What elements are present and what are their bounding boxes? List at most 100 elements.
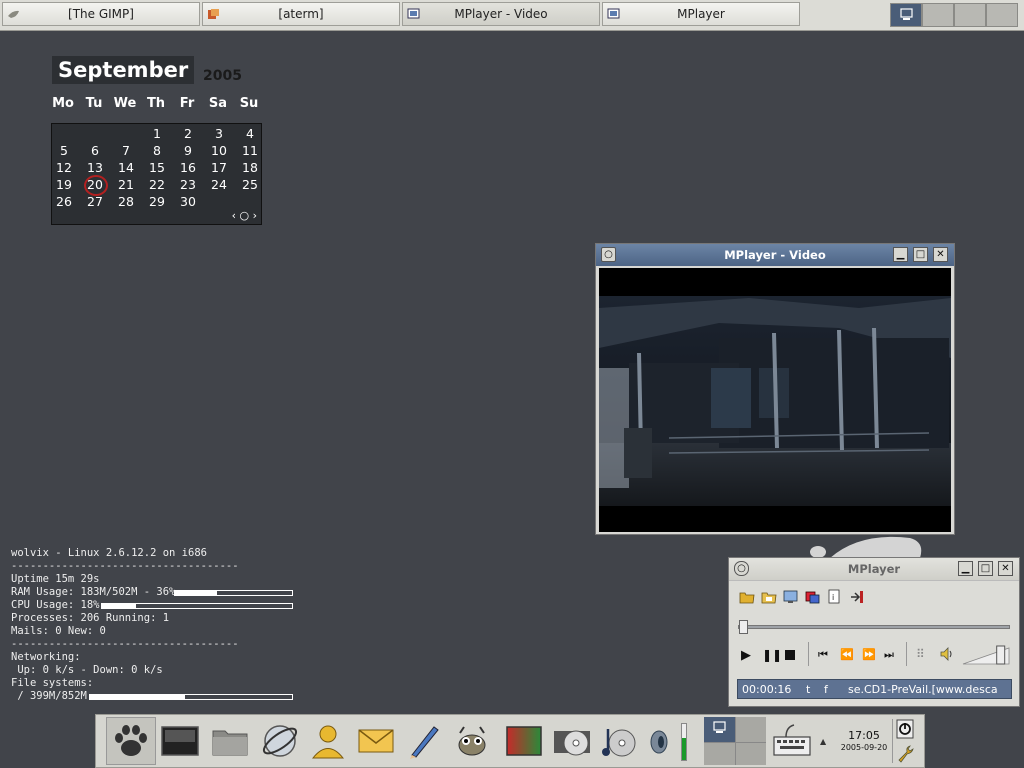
maximize-button[interactable]: □ xyxy=(978,561,993,576)
pager-desktop-1[interactable] xyxy=(704,717,735,742)
calendar-day[interactable]: 18 xyxy=(236,160,264,176)
task-mplayer[interactable]: MPlayer xyxy=(602,2,800,26)
rewind-button[interactable]: ⏪ xyxy=(840,648,854,661)
calendar-day[interactable]: 17 xyxy=(205,160,233,176)
titlebar[interactable]: ○ MPlayer - Video ▁ □ ✕ xyxy=(596,244,954,266)
calendar-day[interactable]: 30 xyxy=(174,194,202,210)
titlebar[interactable]: ○ MPlayer ▁ □ ✕ xyxy=(729,558,1019,581)
calendar-day[interactable]: 16 xyxy=(174,160,202,176)
open-folder-icon xyxy=(761,592,777,604)
task-aterm[interactable]: [aterm] xyxy=(202,2,400,26)
mail-icon[interactable] xyxy=(356,721,396,761)
pager-desktop-3[interactable] xyxy=(704,743,735,765)
calendar-day[interactable]: 3 xyxy=(205,126,233,142)
next-button[interactable]: ⏭ xyxy=(884,648,894,662)
keyboard-icon[interactable] xyxy=(772,721,812,761)
main-menu-button[interactable] xyxy=(106,717,156,765)
calendar-day[interactable]: 9 xyxy=(174,143,202,159)
mplayer-video-window: ○ MPlayer - Video ▁ □ ✕ xyxy=(595,243,955,535)
desktop-pager-4[interactable] xyxy=(986,3,1018,27)
settings-wrench-icon[interactable] xyxy=(896,743,914,763)
maximize-button[interactable]: □ xyxy=(913,247,928,262)
video-area[interactable] xyxy=(599,268,951,532)
speaker-icon[interactable] xyxy=(939,646,955,662)
exit-icon xyxy=(851,591,863,603)
calendar-day[interactable]: 24 xyxy=(205,177,233,193)
calendar-day[interactable]: 29 xyxy=(143,194,171,210)
volume-slider[interactable] xyxy=(961,644,1011,666)
playlist-icon xyxy=(783,590,798,603)
cpu-bar-fill xyxy=(102,604,137,608)
close-button[interactable]: ✕ xyxy=(933,247,948,262)
previous-button[interactable]: ⏮ xyxy=(818,648,828,662)
calendar-day[interactable]: 19 xyxy=(50,177,78,193)
calendar-day[interactable]: 11 xyxy=(236,143,264,159)
calendar-day[interactable]: 14 xyxy=(112,160,140,176)
calendar-day-today[interactable]: 20 xyxy=(81,177,109,193)
desktop-pager-1[interactable] xyxy=(890,3,922,27)
calendar-day[interactable]: 10 xyxy=(205,143,233,159)
play-button[interactable]: ▶ xyxy=(741,648,751,663)
info-icon: i xyxy=(828,589,840,604)
calendar-day[interactable]: 1 xyxy=(143,126,171,142)
minimize-button[interactable]: ▁ xyxy=(893,247,908,262)
fs-bar xyxy=(89,694,293,700)
calendar-day[interactable]: 2 xyxy=(174,126,202,142)
terminal-icon[interactable] xyxy=(160,721,200,761)
text-editor-icon[interactable] xyxy=(404,721,444,761)
task-label: MPlayer xyxy=(677,7,725,21)
calendar-day[interactable]: 8 xyxy=(143,143,171,159)
calendar-day[interactable]: 12 xyxy=(50,160,78,176)
pause-button[interactable]: ❚❚ xyxy=(762,648,782,662)
web-browser-icon[interactable] xyxy=(260,721,300,761)
calendar-day[interactable]: 25 xyxy=(236,177,264,193)
calendar-day[interactable]: 15 xyxy=(143,160,171,176)
minimize-button[interactable]: ▁ xyxy=(958,561,973,576)
taskbar: [The GIMP] [aterm] MPlayer - Video MPlay… xyxy=(0,0,1024,31)
status-display: 00:00:16 t f se.CD1-PreVail.[www.desca xyxy=(737,679,1012,699)
gimp-icon[interactable] xyxy=(452,721,492,761)
power-icon[interactable] xyxy=(896,719,914,739)
desktop-pager-2[interactable] xyxy=(922,3,954,27)
calendar-day[interactable]: 27 xyxy=(81,194,109,210)
fullscreen-grip-icon[interactable]: ⠿ xyxy=(916,647,925,661)
task-gimp[interactable]: [The GIMP] xyxy=(2,2,200,26)
task-mplayer-video[interactable]: MPlayer - Video xyxy=(402,2,600,26)
weekday-header: Sa xyxy=(208,96,228,111)
calendar-day[interactable]: 26 xyxy=(50,194,78,210)
calendar-nav[interactable]: ‹ ○ › xyxy=(232,209,257,222)
gimp-icon xyxy=(8,10,19,18)
ram-bar-fill xyxy=(175,591,218,595)
weekday-header: We xyxy=(113,96,137,111)
close-button[interactable]: ✕ xyxy=(998,561,1013,576)
calendar-day[interactable]: 6 xyxy=(81,143,109,159)
seek-slider-knob[interactable] xyxy=(739,620,748,634)
calendar-year: 2005 xyxy=(203,68,242,84)
file-manager-icon[interactable] xyxy=(210,721,250,761)
calendar-day[interactable]: 5 xyxy=(50,143,78,159)
clock-time[interactable]: 17:05 xyxy=(834,729,894,742)
fs-bar-fill xyxy=(90,695,185,699)
forward-button[interactable]: ⏩ xyxy=(862,648,876,661)
conky-filesystems: File systems: xyxy=(11,677,94,689)
music-player-icon[interactable] xyxy=(598,721,638,761)
media-player-icon[interactable] xyxy=(552,721,592,761)
calendar-day[interactable]: 22 xyxy=(143,177,171,193)
pager-desktop-4[interactable] xyxy=(735,743,766,765)
volume-control-icon[interactable] xyxy=(648,729,670,755)
calendar-day[interactable]: 4 xyxy=(236,126,264,142)
monitor-icon xyxy=(713,721,726,733)
task-label: MPlayer - Video xyxy=(454,7,548,21)
calendar-day[interactable]: 7 xyxy=(112,143,140,159)
calendar-day[interactable]: 13 xyxy=(81,160,109,176)
desktop-pager-3[interactable] xyxy=(954,3,986,27)
image-viewer-icon[interactable] xyxy=(504,721,544,761)
calendar-day[interactable]: 28 xyxy=(112,194,140,210)
tray-arrow-icon[interactable]: ▲ xyxy=(820,737,826,746)
pager-desktop-2[interactable] xyxy=(735,717,766,742)
calendar-day[interactable]: 23 xyxy=(174,177,202,193)
calendar-day[interactable]: 21 xyxy=(112,177,140,193)
seek-bar[interactable] xyxy=(738,620,1010,634)
stop-button[interactable] xyxy=(785,650,795,660)
user-icon[interactable] xyxy=(308,721,348,761)
